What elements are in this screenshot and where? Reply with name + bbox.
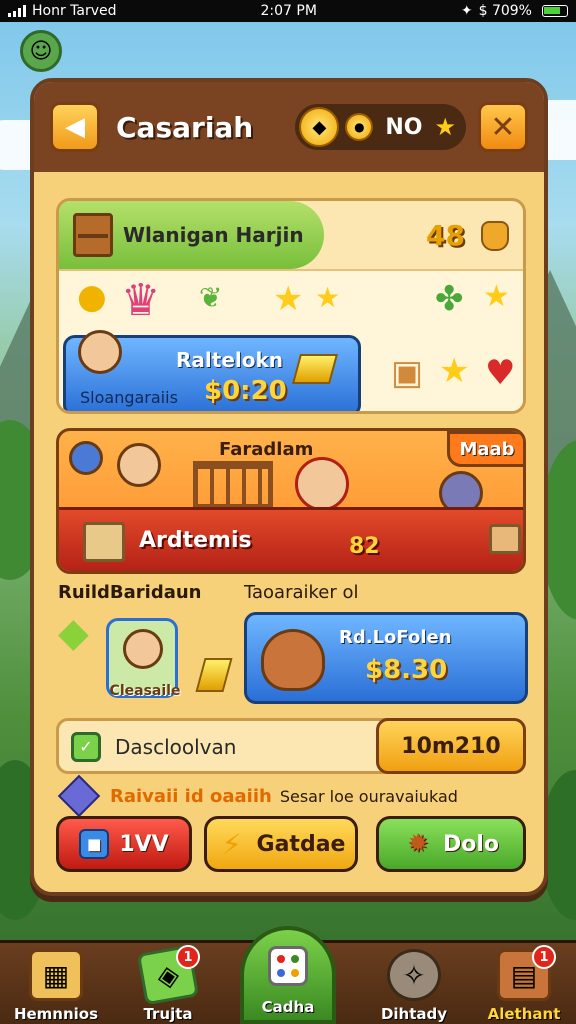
carrier-label: Honr Tarved <box>32 3 117 19</box>
nav-item-2[interactable]: Cadha <box>240 926 336 1024</box>
panel-title: Casariah <box>116 110 254 144</box>
gold-icon: ● <box>345 113 374 141</box>
resource-value: NO <box>385 114 423 140</box>
nav-item-0[interactable]: ▦ Hemnnios <box>6 943 106 1024</box>
featured-offer-name: Raltelokn <box>176 348 284 372</box>
signal-icon <box>8 5 26 17</box>
nav-item-1[interactable]: ◈ Trujta 1 <box>118 943 218 1024</box>
hero-icon <box>295 457 349 511</box>
close-button[interactable]: ✕ <box>478 102 528 152</box>
featured-offer-card[interactable]: Raltelokn $0:20 Sloangaraiis <box>63 330 361 411</box>
green-action-button[interactable]: ✹ Dolo <box>376 816 526 872</box>
green-action-label: Dolo <box>442 831 500 857</box>
treasure-chest-icon: ▦ <box>29 949 83 1001</box>
shop-panel: ◀ Casariah ◆ ● NO ★ ✕ Wlanigan Harjin 48… <box>30 78 548 896</box>
event-banner: Ardtemis 82 <box>59 507 523 571</box>
coin-icon: ◆ <box>299 107 340 147</box>
star-icon: ★ <box>483 279 510 314</box>
panel-header: ◀ Casariah ◆ ● NO ★ ✕ <box>34 82 544 172</box>
featured-items: ● ♛ ❦ ★ ★ ✤ ★ ▣ ★ ♥ Raltelokn $0:20 Sloa… <box>59 269 523 411</box>
bag-icon <box>481 221 509 251</box>
event-tag: Faradlam <box>219 439 314 460</box>
resource-counter[interactable]: ◆ ● NO ★ <box>295 104 466 150</box>
close-icon: ✕ <box>490 109 516 145</box>
star-icon: ★ <box>434 113 456 141</box>
fence-icon <box>193 461 273 509</box>
leaf-icon: ❦ <box>199 281 223 314</box>
compass-icon: ✧ <box>387 949 441 1001</box>
red-action-label: 1VV <box>119 831 169 857</box>
featured-label: Wlanigan Harjin <box>123 223 304 247</box>
nav-label-3: Dihtady <box>380 1005 448 1023</box>
gold-bar-icon <box>291 354 339 384</box>
event-corner-badge: Maab <box>447 431 523 467</box>
reward-row: Raivaii id oaaiih Sesar loe ouravaiukad <box>57 774 514 818</box>
crate-icon <box>489 524 521 554</box>
event-number: 82 <box>349 534 380 559</box>
timer-button[interactable]: 10m210 <box>376 718 526 774</box>
notification-badge: 1 <box>532 945 556 969</box>
yellow-action-label: Gatdae <box>256 831 346 857</box>
offer-name: Rd.LoFolen <box>339 627 452 648</box>
basket-icon <box>261 629 325 691</box>
player-avatar[interactable]: ☺ <box>20 30 62 72</box>
character-portrait[interactable]: Cleasaile <box>106 618 180 699</box>
section-label-right: Taoaraiker ol <box>244 582 359 603</box>
potion-icon: ♛ <box>121 275 161 326</box>
gold-coin-icon: ● <box>77 277 107 317</box>
featured-offer-sub: Sloangaraiis <box>80 388 178 407</box>
status-bar: Honr Tarved 2:07 PM ✦ $ 709% <box>0 0 576 22</box>
option-label: Dascloolvan <box>115 735 237 759</box>
star-icon: ★ <box>273 279 304 319</box>
tile-icon: ◼ <box>79 829 110 859</box>
star-icon: ★ <box>315 281 341 314</box>
nav-label-4: Alethant <box>487 1005 561 1023</box>
event-section[interactable]: Faradlam Maab Ardtemis 82 <box>56 428 526 574</box>
nav-label-0: Hemnnios <box>13 1005 99 1023</box>
featured-section: Wlanigan Harjin 48 ● ♛ ❦ ★ ★ ✤ ★ ▣ ★ ♥ R… <box>56 198 526 414</box>
event-name: Ardtemis <box>139 528 252 553</box>
portrait-face-icon <box>123 629 163 669</box>
battery-label: $ 709% <box>478 3 532 19</box>
featured-count: 48 <box>426 219 465 252</box>
gem-cube-icon <box>57 774 101 818</box>
box-icon: ▣ <box>391 353 424 393</box>
notification-badge: 1 <box>176 945 200 969</box>
gold-nugget-icon <box>195 658 233 692</box>
section-label-left: RuildBaridaun <box>58 582 202 603</box>
clock: 2:07 PM <box>260 3 317 19</box>
package-icon <box>83 522 125 562</box>
dice-icon <box>268 946 308 986</box>
red-action-button[interactable]: ◼ 1VV <box>56 816 192 872</box>
clover-icon: ✤ <box>435 279 464 319</box>
back-arrow-icon: ◀ <box>65 112 85 142</box>
character-icon <box>78 330 122 374</box>
yellow-action-button[interactable]: ⚡ Gatdae <box>204 816 358 872</box>
nav-item-3[interactable]: ✧ Dihtady <box>364 943 464 1024</box>
reward-highlight: Raivaii id oaaiih <box>110 785 272 807</box>
offer-card[interactable]: Rd.LoFolen $8.30 <box>244 612 528 704</box>
offer-price: $8.30 <box>365 655 448 685</box>
lightning-icon: ⚡ <box>221 827 242 861</box>
cookie-icon: ✹ <box>407 829 429 859</box>
nav-label-2: Cadha <box>261 998 315 1016</box>
nav-item-4[interactable]: ▤ Alethant 1 <box>474 943 574 1024</box>
star-icon: ★ <box>439 351 470 391</box>
featured-offer-price: $0:20 <box>204 376 287 406</box>
wifi-icon: ✦ <box>460 3 473 19</box>
checkbox[interactable]: ✓ <box>71 732 101 762</box>
crate-icon <box>73 213 113 257</box>
battery-icon <box>541 5 568 17</box>
villager-icon <box>117 443 161 487</box>
back-button[interactable]: ◀ <box>50 102 100 152</box>
bomb-icon <box>69 441 103 475</box>
reward-note: Sesar loe ouravaiukad <box>279 786 458 806</box>
featured-header: Wlanigan Harjin <box>59 201 324 269</box>
nav-label-1: Trujta <box>143 1005 193 1023</box>
portrait-caption: Cleasaile <box>109 683 181 699</box>
heart-icon: ♥ <box>485 353 516 393</box>
gem-icon: ◆ <box>58 610 89 656</box>
